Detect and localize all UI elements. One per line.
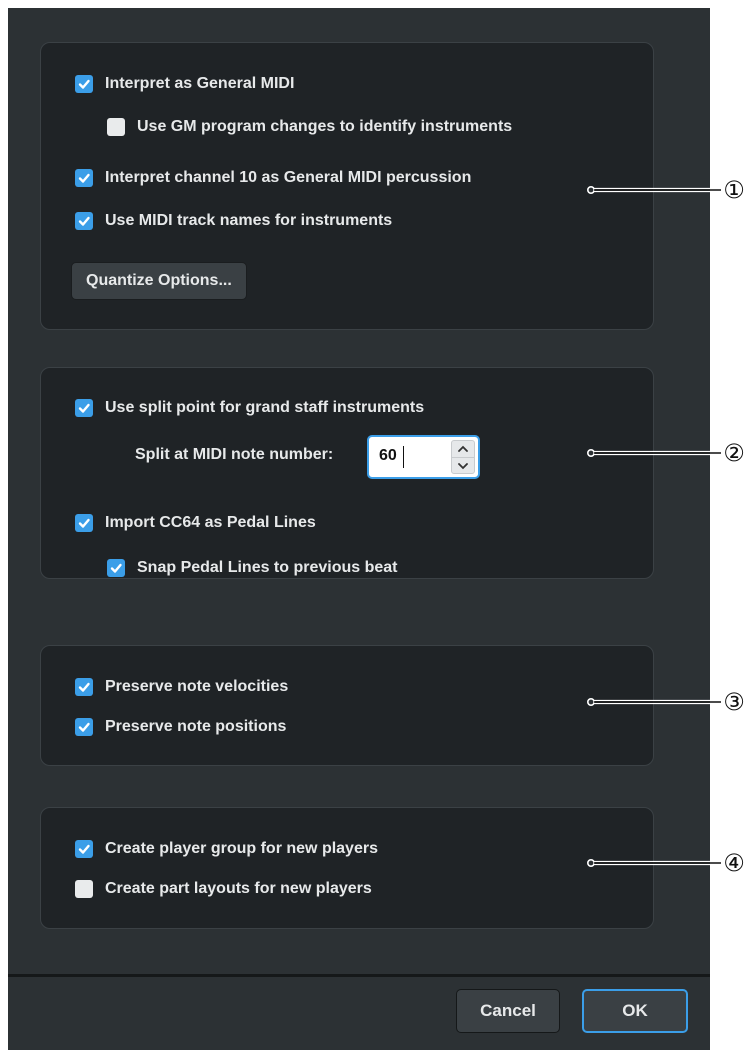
footer-divider xyxy=(8,974,710,977)
spinbox-buttons xyxy=(451,440,475,474)
callout-3: ③ xyxy=(585,690,752,714)
create-part-layouts-label: Create part layouts for new players xyxy=(105,880,372,897)
increment-button[interactable] xyxy=(452,441,474,457)
callout-number: ① xyxy=(723,176,745,204)
checkbox-checked-icon[interactable] xyxy=(75,169,93,187)
use-split-point-label: Use split point for grand staff instrume… xyxy=(105,399,425,416)
callout-4: ④ xyxy=(585,851,752,875)
callout-2: ② xyxy=(585,441,752,465)
split-note-spinbox[interactable]: 60 xyxy=(367,435,480,479)
general-midi-group: Interpret as General MIDI Use GM program… xyxy=(40,42,654,330)
checkbox-unchecked-icon[interactable] xyxy=(107,118,125,136)
callout-1: ① xyxy=(585,178,752,202)
cancel-button[interactable]: Cancel xyxy=(456,989,560,1033)
snap-pedal-checkbox-row[interactable]: Snap Pedal Lines to previous beat xyxy=(107,559,398,577)
callout-number: ③ xyxy=(723,688,745,716)
snap-pedal-label: Snap Pedal Lines to previous beat xyxy=(137,559,398,576)
checkbox-checked-icon[interactable] xyxy=(75,212,93,230)
decrement-button[interactable] xyxy=(452,457,474,474)
split-note-value[interactable]: 60 xyxy=(379,447,397,465)
checkbox-checked-icon[interactable] xyxy=(75,718,93,736)
preserve-positions-checkbox-row[interactable]: Preserve note positions xyxy=(75,718,286,736)
text-caret xyxy=(403,446,404,468)
midi-import-options-dialog: Interpret as General MIDI Use GM program… xyxy=(8,8,710,1050)
use-gm-program-checkbox-row[interactable]: Use GM program changes to identify instr… xyxy=(107,118,512,136)
quantize-options-button[interactable]: Quantize Options... xyxy=(71,262,247,300)
checkbox-checked-icon[interactable] xyxy=(75,399,93,417)
ok-button[interactable]: OK xyxy=(582,989,688,1033)
interpret-gm-checkbox-row[interactable]: Interpret as General MIDI xyxy=(75,75,294,93)
players-group: Create player group for new players Crea… xyxy=(40,807,654,929)
use-track-names-checkbox-row[interactable]: Use MIDI track names for instruments xyxy=(75,212,392,230)
checkbox-checked-icon[interactable] xyxy=(75,678,93,696)
checkbox-checked-icon[interactable] xyxy=(75,840,93,858)
checkbox-checked-icon[interactable] xyxy=(75,75,93,93)
create-player-group-checkbox-row[interactable]: Create player group for new players xyxy=(75,840,378,858)
interpret-ch10-checkbox-row[interactable]: Interpret channel 10 as General MIDI per… xyxy=(75,169,471,187)
callout-number: ④ xyxy=(723,849,745,877)
use-track-names-label: Use MIDI track names for instruments xyxy=(105,212,393,229)
split-point-group: Use split point for grand staff instrume… xyxy=(40,367,654,579)
split-note-label: Split at MIDI note number: xyxy=(135,446,334,463)
import-cc64-checkbox-row[interactable]: Import CC64 as Pedal Lines xyxy=(75,514,316,532)
preserve-notes-group: Preserve note velocities Preserve note p… xyxy=(40,645,654,766)
create-player-group-label: Create player group for new players xyxy=(105,840,378,857)
interpret-ch10-label: Interpret channel 10 as General MIDI per… xyxy=(105,169,472,186)
chevron-up-icon xyxy=(458,445,468,452)
preserve-velocities-label: Preserve note velocities xyxy=(105,678,289,695)
import-cc64-label: Import CC64 as Pedal Lines xyxy=(105,514,316,531)
checkbox-checked-icon[interactable] xyxy=(75,514,93,532)
chevron-down-icon xyxy=(458,463,468,470)
callout-number: ② xyxy=(723,439,745,467)
use-split-point-checkbox-row[interactable]: Use split point for grand staff instrume… xyxy=(75,399,424,417)
preserve-velocities-checkbox-row[interactable]: Preserve note velocities xyxy=(75,678,288,696)
checkbox-unchecked-icon[interactable] xyxy=(75,880,93,898)
preserve-positions-label: Preserve note positions xyxy=(105,718,287,735)
use-gm-program-label: Use GM program changes to identify instr… xyxy=(137,118,513,135)
create-part-layouts-checkbox-row[interactable]: Create part layouts for new players xyxy=(75,880,372,898)
interpret-gm-label: Interpret as General MIDI xyxy=(105,75,295,92)
checkbox-checked-icon[interactable] xyxy=(107,559,125,577)
